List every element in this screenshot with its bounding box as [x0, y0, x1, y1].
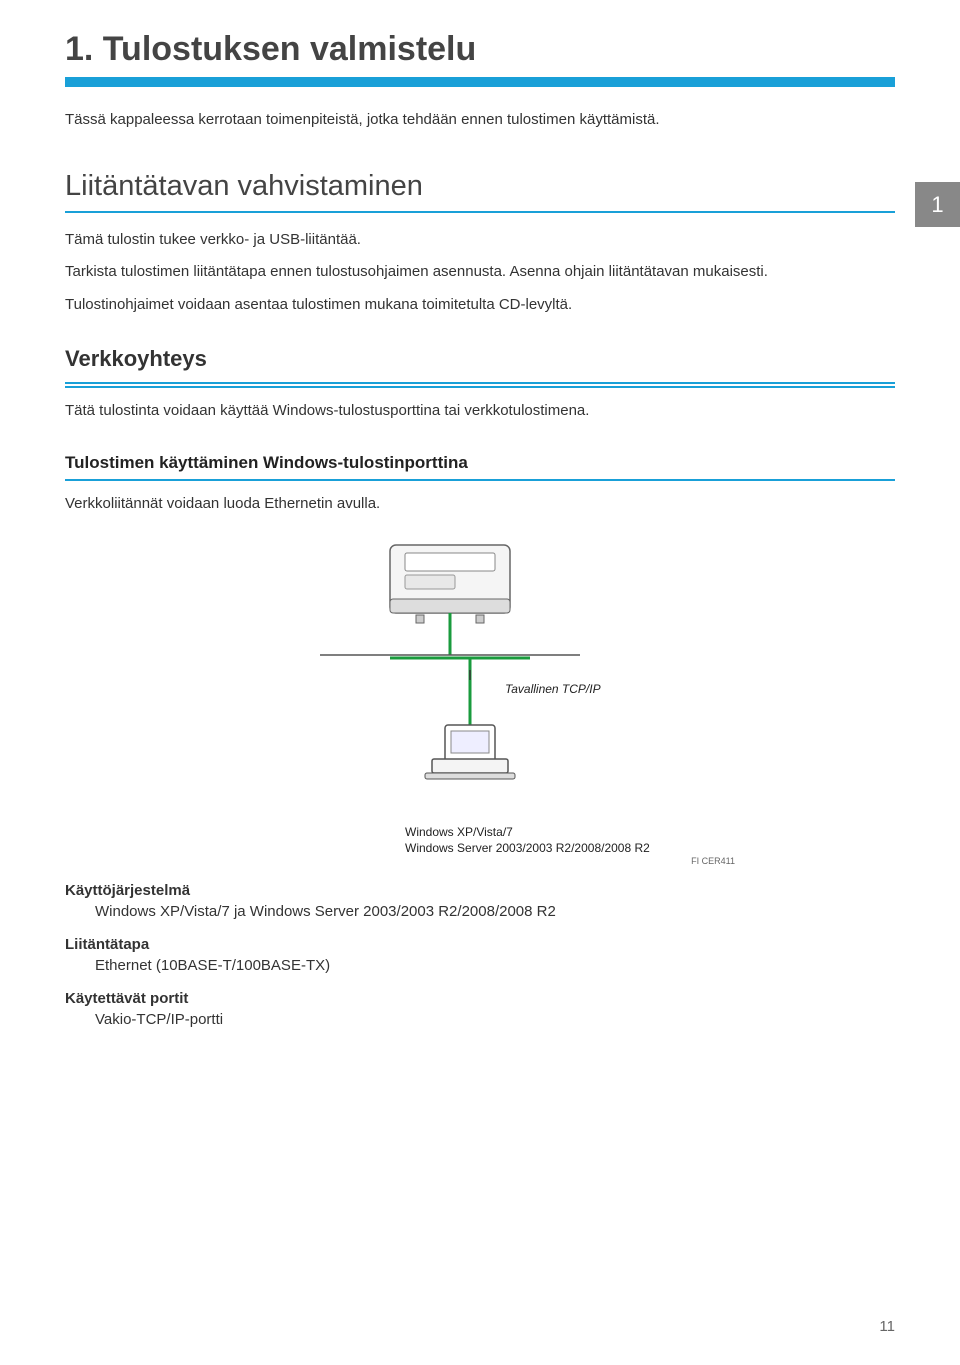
section-p1: Tämä tulostin tukee verkko- ja USB-liitä… [65, 229, 895, 252]
section-p2: Tarkista tulostimen liitäntätapa ennen t… [65, 261, 895, 284]
subsection-heading: Verkkoyhteys [65, 346, 895, 372]
page-content: 1. Tulostuksen valmistelu Tässä kappalee… [0, 0, 960, 1074]
spec-os-label: Käyttöjärjestelmä [65, 882, 895, 899]
spec-port-value: Vakio-TCP/IP-portti [95, 1011, 895, 1028]
spec-os-value: Windows XP/Vista/7 ja Windows Server 200… [95, 903, 895, 920]
printer-icon [390, 545, 510, 623]
diagram-svg: Tavallinen TCP/IP [270, 535, 690, 815]
chapter-title: 1. Tulostuksen valmistelu [65, 30, 895, 69]
diagram-os-caption: Windows XP/Vista/7 Windows Server 2003/2… [405, 825, 895, 856]
subsection-p1: Tätä tulostinta voidaan käyttää Windows-… [65, 400, 895, 423]
spec-port-label: Käytettävät portit [65, 990, 895, 1007]
section-p3: Tulostinohjaimet voidaan asentaa tulosti… [65, 294, 895, 317]
subsub-p1: Verkkoliitännät voidaan luoda Ethernetin… [65, 493, 895, 516]
spec-conn-label: Liitäntätapa [65, 936, 895, 953]
subsection-rule [65, 382, 895, 388]
section-rule [65, 211, 895, 213]
diagram-os1: Windows XP/Vista/7 [405, 825, 895, 841]
diagram-image-id: FI CER411 [65, 856, 735, 866]
chapter-intro: Tässä kappaleessa kerrotaan toimenpiteis… [65, 109, 895, 132]
network-diagram: Tavallinen TCP/IP [65, 535, 895, 815]
diagram-os2: Windows Server 2003/2003 R2/2008/2008 R2 [405, 841, 895, 857]
subsub-heading: Tulostimen käyttäminen Windows-tulostinp… [65, 453, 895, 473]
subsub-rule [65, 479, 895, 481]
section-heading: Liitäntätavan vahvistaminen [65, 170, 895, 203]
computer-icon [425, 725, 515, 779]
spec-list: Käyttöjärjestelmä Windows XP/Vista/7 ja … [65, 882, 895, 1028]
spec-conn-value: Ethernet (10BASE-T/100BASE-TX) [95, 957, 895, 974]
page-number: 11 [879, 1318, 895, 1335]
tcpip-label: Tavallinen TCP/IP [505, 682, 601, 696]
chapter-rule [65, 77, 895, 87]
